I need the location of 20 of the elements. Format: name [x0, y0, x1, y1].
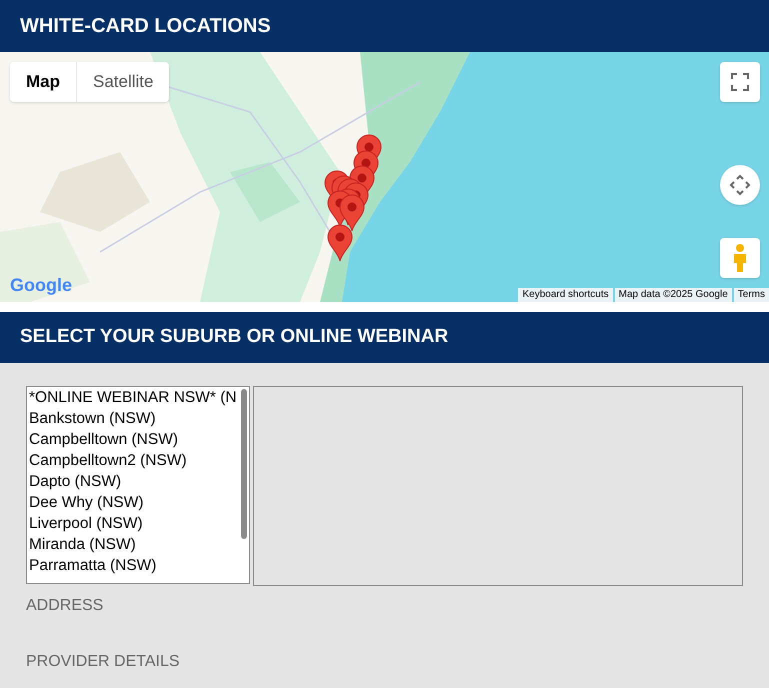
suburb-option[interactable]: Parramatta (NSW): [29, 555, 249, 576]
suburb-option[interactable]: Bankstown (NSW): [29, 408, 249, 429]
map-type-tab[interactable]: Satellite: [76, 62, 170, 102]
map-type-tab[interactable]: Map: [10, 62, 76, 102]
suburb-option[interactable]: Campbelltown2 (NSW): [29, 450, 249, 471]
suburb-option[interactable]: *ONLINE WEBINAR NSW* (N: [29, 387, 249, 408]
map-footer-link[interactable]: Keyboard shortcuts: [518, 288, 613, 302]
map-logo: Google: [10, 274, 72, 297]
suburb-option[interactable]: Liverpool (NSW): [29, 513, 249, 534]
section-title: SELECT YOUR SUBURB OR ONLINE WEBINAR: [20, 325, 448, 350]
suburb-list[interactable]: *ONLINE WEBINAR NSW* (N Bankstown (NSW) Campbelltown (NSW) Campbelltown2 (NSW) Dapto (NSW) Dee Why (NSW) Liverpool (NSW) Miranda (NSW) Parramatta (NSW): [26, 386, 250, 584]
suburb-option[interactable]: Dee Why (NSW): [29, 492, 249, 513]
field-label: ADDRESS: [26, 596, 104, 616]
suburb-option[interactable]: Dapto (NSW): [29, 471, 249, 492]
map-footer-link[interactable]: Map data ©2025 Google: [614, 288, 732, 302]
suburb-option[interactable]: Campbelltown (NSW): [29, 429, 249, 450]
map-footer-link[interactable]: Terms: [734, 288, 769, 302]
page-title: WHITE-CARD LOCATIONS: [20, 14, 271, 39]
suburb-option[interactable]: Miranda (NSW): [29, 534, 249, 555]
field-label: PROVIDER DETAILS: [26, 652, 181, 672]
